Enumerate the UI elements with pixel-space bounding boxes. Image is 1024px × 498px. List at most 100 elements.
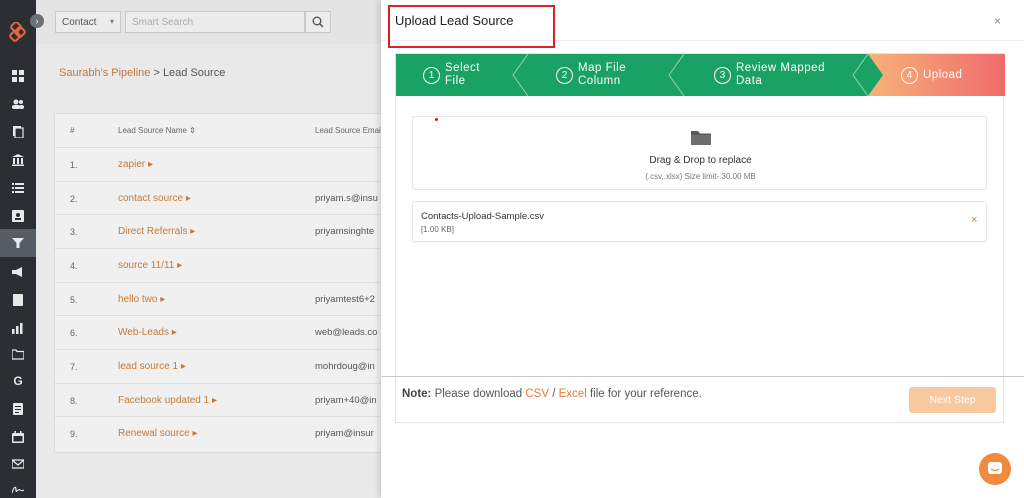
step-upload[interactable]: 4 Upload bbox=[901, 54, 962, 96]
chat-support-button[interactable] bbox=[979, 453, 1011, 485]
lead-source-email: priyam@insur bbox=[315, 428, 374, 439]
wizard-card: 1 Select File 2 Map File Column 3 Review M… bbox=[395, 53, 1005, 423]
table-header-num: # bbox=[70, 126, 75, 135]
contact-type-select[interactable]: Contact ▾ bbox=[55, 11, 121, 33]
step-label: Select File bbox=[445, 62, 480, 87]
excel-download-link[interactable]: Excel bbox=[559, 388, 587, 400]
step-number: 3 bbox=[714, 66, 731, 84]
folder-icon bbox=[691, 131, 711, 145]
table-row[interactable]: 9. Renewal source ▸ priyam@insur bbox=[55, 416, 395, 450]
breadcrumb: Saurabh's Pipeline > Lead Source bbox=[59, 67, 225, 79]
mail-icon[interactable] bbox=[0, 451, 36, 477]
dropzone-title: Drag & Drop to replace bbox=[649, 155, 752, 166]
calendar-icon[interactable] bbox=[0, 424, 36, 450]
row-num: 5. bbox=[70, 295, 78, 305]
lead-source-name-link[interactable]: Renewal source ▸ bbox=[118, 428, 198, 439]
lead-source-email: mohrdoug@in bbox=[315, 361, 375, 372]
lead-source-name-link[interactable]: Facebook updated 1 ▸ bbox=[118, 395, 217, 406]
marker-dot bbox=[435, 118, 438, 121]
user-card-icon[interactable] bbox=[0, 203, 36, 229]
note-text-after: file for your reference. bbox=[586, 388, 702, 400]
chat-icon bbox=[988, 462, 1002, 474]
breadcrumb-current: Lead Source bbox=[162, 67, 226, 79]
step-review-mapped-data[interactable]: 3 Review Mapped Data bbox=[714, 54, 825, 96]
sidebar-collapse-button[interactable]: › bbox=[30, 14, 44, 28]
upload-lead-source-modal: Upload Lead Source × 1 Select File 2 Map… bbox=[381, 0, 1024, 498]
step-select-file[interactable]: 1 Select File bbox=[423, 54, 480, 96]
lead-source-name-link[interactable]: Web-Leads ▸ bbox=[118, 327, 177, 338]
step-number: 1 bbox=[423, 66, 440, 84]
lead-source-name-link[interactable]: Direct Referrals ▸ bbox=[118, 226, 195, 237]
step-number: 4 bbox=[901, 66, 918, 84]
lead-source-name-link[interactable]: contact source ▸ bbox=[118, 193, 191, 204]
dashboard-icon[interactable] bbox=[0, 63, 36, 89]
note-text: Please download bbox=[431, 388, 526, 400]
chevron-down-icon: ▾ bbox=[109, 17, 114, 26]
row-num: 2. bbox=[70, 194, 78, 204]
row-num: 4. bbox=[70, 261, 78, 271]
wizard-steps: 1 Select File 2 Map File Column 3 Review M… bbox=[396, 54, 1005, 96]
sidebar: G bbox=[0, 0, 36, 498]
file-drop-zone[interactable]: Drag & Drop to replace (.csv,.xlsx) Size… bbox=[412, 116, 987, 190]
file-name: Contacts-Upload-Sample.csv bbox=[421, 211, 545, 222]
close-icon[interactable]: × bbox=[994, 14, 1001, 28]
lead-source-name-link[interactable]: lead source 1 ▸ bbox=[118, 361, 186, 372]
megaphone-icon[interactable] bbox=[0, 259, 36, 285]
funnel-icon[interactable] bbox=[0, 229, 36, 257]
breadcrumb-separator: > bbox=[150, 67, 163, 79]
row-num: 8. bbox=[70, 396, 78, 406]
table-row[interactable]: 1. zapier ▸ bbox=[55, 147, 395, 181]
table-row[interactable]: 2. contact source ▸ priyam.s@insu bbox=[55, 181, 395, 215]
chart-icon[interactable] bbox=[0, 315, 36, 341]
table-header-email: Lead Source Email bbox=[315, 126, 383, 135]
table-row[interactable]: 5. hello two ▸ priyamtest6+2 bbox=[55, 282, 395, 316]
lead-source-email: priyam.s@insu bbox=[315, 193, 378, 204]
google-icon[interactable]: G bbox=[0, 368, 36, 394]
signature-icon[interactable] bbox=[0, 477, 36, 498]
row-num: 7. bbox=[70, 362, 78, 372]
table-row[interactable]: 8. Facebook updated 1 ▸ priyam+40@in bbox=[55, 383, 395, 417]
report-icon[interactable] bbox=[0, 396, 36, 422]
dropzone-subtitle: (.csv,.xlsx) Size limit- 30.00 MB bbox=[645, 172, 756, 181]
row-num: 6. bbox=[70, 328, 78, 338]
table-header-name[interactable]: Lead Source Name ⇕ bbox=[118, 126, 196, 135]
modal-header: Upload Lead Source × bbox=[381, 0, 1024, 48]
table-row[interactable]: 7. lead source 1 ▸ mohrdoug@in bbox=[55, 349, 395, 383]
lead-source-name-link[interactable]: source 11/11 ▸ bbox=[118, 260, 182, 271]
lead-source-email: priyamtest6+2 bbox=[315, 294, 375, 305]
contacts-icon[interactable] bbox=[0, 91, 36, 117]
lead-source-table: # Lead Source Name ⇕ Lead Source Email 1… bbox=[54, 113, 395, 453]
table-row[interactable]: 3. Direct Referrals ▸ priyamsinghte bbox=[55, 214, 395, 248]
step-label: Upload bbox=[923, 68, 963, 81]
uploaded-file-item: Contacts-Upload-Sample.csv [1.00 KB] × bbox=[412, 201, 987, 242]
book-icon[interactable] bbox=[0, 287, 36, 313]
smart-search-input[interactable]: Smart Search bbox=[125, 11, 305, 33]
table-row[interactable]: 4. source 11/11 ▸ bbox=[55, 248, 395, 282]
step-map-file-column[interactable]: 2 Map File Column bbox=[556, 54, 626, 96]
csv-download-link[interactable]: CSV bbox=[525, 388, 549, 400]
folder-icon[interactable] bbox=[0, 341, 36, 367]
lead-source-email: priyamsinghte bbox=[315, 226, 375, 237]
search-button[interactable] bbox=[305, 11, 331, 33]
search-placeholder: Smart Search bbox=[132, 17, 194, 28]
download-note: Note: Please download CSV / Excel file f… bbox=[402, 388, 702, 400]
lead-source-name-link[interactable]: zapier ▸ bbox=[118, 159, 153, 170]
lead-source-email: web@leads.co bbox=[315, 327, 378, 338]
next-step-button[interactable]: Next Step bbox=[909, 387, 996, 413]
row-num: 1. bbox=[70, 160, 78, 170]
breadcrumb-pipeline-link[interactable]: Saurabh's Pipeline bbox=[59, 67, 150, 79]
table-row[interactable]: 6. Web-Leads ▸ web@leads.co bbox=[55, 315, 395, 349]
row-num: 9. bbox=[70, 429, 78, 439]
contact-type-value: Contact bbox=[62, 17, 97, 28]
remove-file-icon[interactable]: × bbox=[971, 214, 977, 226]
step-label: Map File Column bbox=[578, 62, 627, 87]
row-num: 3. bbox=[70, 227, 78, 237]
file-size: [1.00 KB] bbox=[421, 225, 454, 234]
bank-icon[interactable] bbox=[0, 147, 36, 173]
app-logo-icon[interactable] bbox=[8, 22, 28, 42]
note-slash: / bbox=[549, 388, 559, 400]
step-label: Review Mapped Data bbox=[736, 62, 825, 87]
list-icon[interactable] bbox=[0, 175, 36, 201]
lead-source-name-link[interactable]: hello two ▸ bbox=[118, 294, 165, 305]
documents-icon[interactable] bbox=[0, 119, 36, 145]
